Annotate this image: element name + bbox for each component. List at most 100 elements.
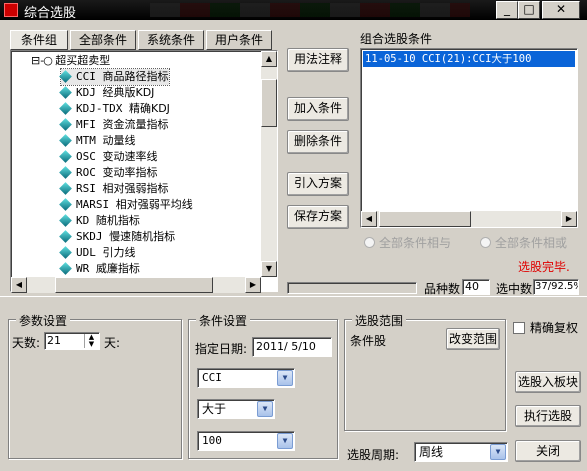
combo-h-scroll-thumb[interactable] [379, 211, 471, 227]
tree-item[interactable]: MTM 动量线 [59, 133, 136, 149]
tree-item-name: 商品路径指标 [102, 70, 169, 83]
tree-item[interactable]: ROC 变动率指标 [59, 165, 158, 181]
close-button[interactable]: 关闭 [515, 440, 581, 462]
tree-item[interactable]: RSI 相对强弱指标 [59, 181, 169, 197]
tree-item-code: OSC [76, 150, 96, 163]
indicator-icon [59, 182, 72, 195]
tree-item-code: MFI [76, 118, 96, 131]
title-background-ticker [150, 3, 470, 17]
period-label: 选股周期: [347, 448, 400, 462]
checkbox-box[interactable] [513, 322, 525, 334]
indicator-icon [59, 198, 72, 211]
operator-value: 大于 [202, 402, 227, 416]
range-text: 条件股 [350, 334, 387, 348]
combo-scroll-right-button[interactable]: ▶ [561, 211, 577, 227]
tree-item-code: KDJ [76, 86, 96, 99]
radio-or-all[interactable]: 全部条件相或 [480, 234, 567, 251]
date-picker[interactable]: 2011/ 5/10 [252, 337, 332, 357]
indicator-value: CCI [202, 371, 222, 384]
execute-selection-button[interactable]: 执行选股 [515, 405, 581, 427]
count-label: 品种数 [424, 282, 461, 296]
tree-vertical-scrollbar[interactable]: ▲ ▼ [261, 51, 277, 277]
exact-rights-label: 精确复权 [530, 321, 579, 335]
collapse-icon[interactable]: ⊟ [31, 54, 40, 67]
condition-tree[interactable]: ⊟-○ 超买超卖型 CCI 商品路径指标 KDJ 经典版KDJ KDJ-TDX 精确… [10, 50, 278, 293]
tree-item[interactable]: KDJ-TDX 精确KDJ [59, 101, 170, 117]
tree-horizontal-scrollbar[interactable]: ◀ ▶ [11, 277, 261, 293]
tree-item-name: 经典版KDJ [102, 86, 155, 99]
threshold-select[interactable]: 100 ▼ [197, 431, 295, 451]
tree-root[interactable]: ⊟-○ 超买超卖型 [31, 53, 110, 69]
separator-line [0, 296, 587, 297]
usage-notes-button[interactable]: 用法注释 [287, 48, 349, 72]
tree-item[interactable]: OSC 变动速率线 [59, 149, 158, 165]
indicator-icon [59, 246, 72, 259]
radio-and-all[interactable]: 全部条件相与 [364, 234, 451, 251]
indicator-icon [59, 262, 72, 275]
tab-user-conditions[interactable]: 用户条件 [206, 30, 272, 50]
import-plan-button[interactable]: 引入方案 [287, 172, 349, 196]
change-range-button[interactable]: 改变范围 [446, 328, 500, 350]
tree-root-label: 超买超卖型 [55, 54, 111, 67]
days-unit: 天: [104, 336, 121, 350]
tree-item-name: 慢速随机指标 [109, 230, 176, 243]
status-done-text: 选股完毕. [518, 260, 570, 274]
scroll-right-button[interactable]: ▶ [245, 277, 261, 293]
add-condition-button[interactable]: 加入条件 [287, 97, 349, 121]
app-icon [4, 3, 18, 17]
tree-item[interactable]: KD 随机指标 [59, 213, 140, 229]
scroll-down-button[interactable]: ▼ [261, 261, 277, 277]
combo-horizontal-scrollbar[interactable]: ◀ ▶ [361, 211, 577, 227]
tree-item-code: CCI [76, 70, 96, 83]
operator-select[interactable]: 大于 ▼ [197, 399, 275, 419]
delete-condition-button[interactable]: 删除条件 [287, 130, 349, 154]
days-label: 天数: [12, 336, 41, 350]
tree-item[interactable]: MARSI 相对强弱平均线 [59, 197, 193, 213]
tree-item[interactable]: WR 威廉指标 [59, 261, 140, 277]
tree-item[interactable]: MFI 资金流量指标 [59, 117, 169, 133]
scroll-thumb[interactable] [261, 79, 277, 127]
maximize-button[interactable]: □ [518, 1, 540, 19]
chevron-down-icon[interactable]: ▼ [490, 444, 506, 460]
tree-item[interactable]: SKDJ 慢速随机指标 [59, 229, 176, 245]
tree-item[interactable]: UDL 引力线 [59, 245, 136, 261]
tree-item[interactable]: KDJ 经典版KDJ [59, 85, 155, 101]
title-bar[interactable]: 综合选股 _ □ ✕ [0, 0, 587, 21]
chevron-down-icon[interactable]: ▼ [277, 433, 293, 449]
threshold-value: 100 [202, 434, 222, 447]
chevron-down-icon[interactable]: ▼ [257, 401, 273, 417]
scroll-up-button[interactable]: ▲ [261, 51, 277, 67]
radio-and-circle[interactable] [364, 237, 375, 248]
exact-rights-checkbox[interactable]: 精确复权 [513, 319, 578, 336]
h-scroll-thumb[interactable] [55, 277, 213, 293]
select-to-block-button[interactable]: 选股入板块 [515, 371, 581, 393]
radio-or-circle[interactable] [480, 237, 491, 248]
date-value: 2011/ 5/10 [256, 340, 316, 353]
tab-all-conditions[interactable]: 全部条件 [70, 30, 136, 50]
range-heading: 选股范围 [352, 312, 407, 329]
tab-condition-group[interactable]: 条件组 [10, 30, 68, 50]
indicator-icon [59, 86, 72, 99]
tree-item-name: 相对强弱平均线 [115, 198, 193, 211]
tree-item-name: 动量线 [102, 134, 136, 147]
tree-item[interactable]: CCI 商品路径指标 [59, 68, 170, 86]
scroll-left-button[interactable]: ◀ [11, 277, 27, 293]
close-window-button[interactable]: ✕ [542, 1, 580, 19]
params-heading: 参数设置 [16, 312, 71, 329]
indicator-select[interactable]: CCI ▼ [197, 368, 295, 388]
minimize-button[interactable]: _ [496, 1, 518, 19]
combo-scroll-left-button[interactable]: ◀ [361, 211, 377, 227]
period-select[interactable]: 周线 ▼ [414, 442, 508, 462]
tab-system-conditions[interactable]: 系统条件 [138, 30, 204, 50]
tree-item-name: 变动率指标 [102, 166, 158, 179]
indicator-icon [59, 214, 72, 227]
chevron-down-icon[interactable]: ▼ [277, 370, 293, 386]
save-plan-button[interactable]: 保存方案 [287, 205, 349, 229]
combo-conditions-list[interactable]: 11-05-10 CCI(21):CCI大于100 ◀ ▶ [360, 48, 578, 228]
tree-item-code: UDL [76, 246, 96, 259]
days-spinner[interactable]: ▲ ▼ [84, 334, 98, 348]
combo-condition-item[interactable]: 11-05-10 CCI(21):CCI大于100 [363, 51, 575, 67]
indicator-icon [59, 166, 72, 179]
days-input[interactable]: 21 ▲ ▼ [44, 332, 100, 350]
indicator-icon [59, 230, 72, 243]
